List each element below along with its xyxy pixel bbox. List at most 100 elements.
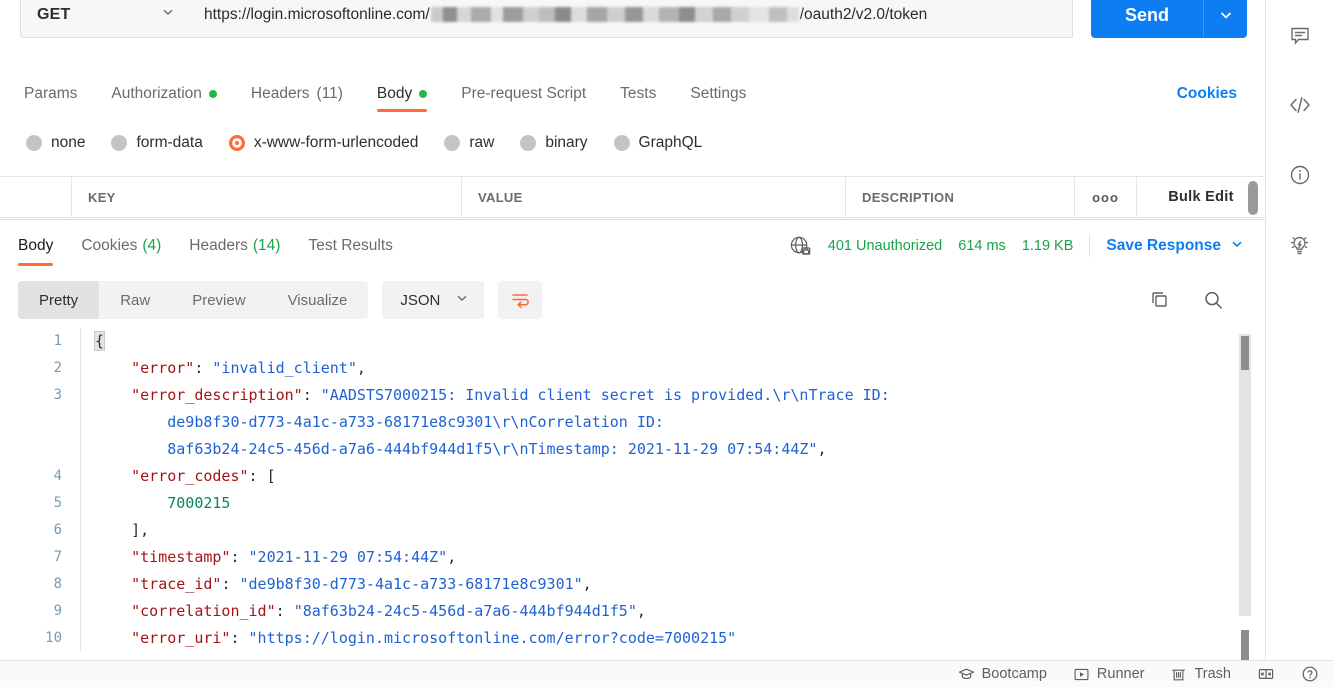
save-response-button[interactable]: Save Response [1106, 236, 1245, 257]
response-scrollbar-track [1239, 334, 1251, 616]
code-line-content: de9b8f30-d773-4a1c-a733-68171e8c9301\r\n… [80, 409, 1265, 436]
body-type-raw[interactable]: raw [444, 134, 494, 152]
code-line: 3 "error_description": "AADSTS7000215: I… [0, 382, 1265, 409]
divider [1089, 235, 1091, 257]
response-horizontal-scrollbar-thumb[interactable] [1241, 630, 1249, 660]
trash-button[interactable]: Trash [1170, 666, 1231, 683]
tab-pre-request-script-label: Pre-request Script [461, 85, 587, 102]
viewer-mode-raw[interactable]: Raw [99, 281, 171, 319]
line-number: 2 [53, 360, 62, 376]
line-number: 6 [53, 522, 62, 538]
line-number: 5 [53, 495, 62, 511]
word-wrap-toggle[interactable] [498, 281, 543, 319]
comment-icon[interactable] [1266, 0, 1333, 70]
line-number: 4 [53, 468, 62, 484]
viewer-mode-pretty[interactable]: Pretty [18, 281, 100, 319]
response-body-viewer[interactable]: 1{2 "error": "invalid_client", 3 "error_d… [0, 328, 1265, 661]
cookies-link[interactable]: Cookies [1177, 68, 1237, 120]
response-tab-test-results-label: Test Results [308, 237, 393, 254]
more-options-icon[interactable]: ooo [1075, 177, 1137, 217]
code-line-content: "timestamp": "2021-11-29 07:54:44Z", [80, 544, 1265, 571]
redacted-tenant-id [430, 7, 799, 22]
http-method-label: GET [37, 5, 71, 23]
body-type-none[interactable]: none [26, 134, 85, 152]
viewer-mode-visualize[interactable]: Visualize [267, 281, 369, 319]
viewer-mode-preview[interactable]: Preview [171, 281, 266, 319]
response-tab-cookies[interactable]: Cookies (4) [81, 220, 161, 272]
response-tab-cookies-count: (4) [142, 237, 162, 254]
bootcamp-button[interactable]: Bootcamp [958, 666, 1047, 683]
column-header-value: VALUE [462, 177, 846, 217]
chevron-down-icon [454, 290, 470, 310]
url-input[interactable]: https://login.microsoftonline.com/ /oauth… [190, 0, 1073, 38]
code-line: 7 "timestamp": "2021-11-29 07:54:44Z", [0, 544, 1265, 571]
line-number: 9 [53, 603, 62, 619]
code-icon[interactable] [1266, 70, 1333, 140]
radio-icon [520, 135, 537, 151]
response-tab-headers[interactable]: Headers (14) [189, 220, 280, 272]
url-row: GET https://login.microsoftonline.com/ /o… [0, 0, 1265, 58]
play-box-icon [1073, 666, 1090, 683]
send-button[interactable]: Send [1091, 0, 1203, 38]
send-button-group: Send [1091, 0, 1247, 38]
select-all-checkbox-cell[interactable] [0, 177, 72, 217]
response-meta: 401 Unauthorized 614 ms 1.19 KB Save Res… [789, 220, 1245, 272]
tab-settings-label: Settings [690, 85, 747, 102]
tab-params-label: Params [24, 85, 78, 102]
code-line-content: ], [80, 517, 1265, 544]
globe-lock-icon[interactable] [789, 235, 812, 258]
http-method-selector[interactable]: GET [20, 0, 190, 38]
code-line-content: "error_codes": [ [80, 463, 1265, 490]
params-scrollbar-thumb[interactable] [1248, 181, 1258, 215]
tab-settings[interactable]: Settings [690, 68, 746, 120]
url-text: https://login.microsoftonline.com/ /oauth… [204, 6, 927, 24]
tab-pre-request-script[interactable]: Pre-request Script [461, 68, 586, 120]
tab-headers[interactable]: Headers (11) [251, 68, 343, 120]
search-icon[interactable] [1202, 289, 1225, 312]
radio-icon [613, 135, 630, 151]
layout-panel-button[interactable] [1257, 665, 1275, 683]
code-line: de9b8f30-d773-4a1c-a733-68171e8c9301\r\n… [0, 409, 1265, 436]
response-tab-body[interactable]: Body [18, 220, 54, 272]
tab-params[interactable]: Params [24, 68, 77, 120]
send-options-chevron-down-icon[interactable] [1203, 0, 1247, 38]
body-type-form-data[interactable]: form-data [111, 134, 203, 152]
response-format-selector[interactable]: JSON [382, 281, 485, 319]
lightbulb-icon[interactable] [1266, 210, 1333, 280]
response-scrollbar-thumb[interactable] [1241, 336, 1249, 370]
tab-body[interactable]: Body [376, 68, 428, 120]
code-line-content: "correlation_id": "8af63b24-24c5-456d-a7… [80, 598, 1265, 625]
line-number: 10 [45, 630, 62, 646]
response-tab-test-results[interactable]: Test Results [308, 220, 392, 272]
save-response-label: Save Response [1106, 237, 1221, 254]
graduation-cap-icon [958, 666, 975, 683]
code-line: 10 "error_uri": "https://login.microsoft… [0, 625, 1265, 652]
response-format-label: JSON [400, 291, 441, 309]
bottom-status-bar: Bootcamp Runner Trash [0, 660, 1333, 687]
code-line-content: "error": "invalid_client", [80, 355, 1265, 382]
info-circle-icon[interactable] [1266, 140, 1333, 210]
tab-tests[interactable]: Tests [620, 68, 656, 120]
radio-icon [444, 135, 461, 151]
response-size: 1.19 KB [1021, 238, 1074, 254]
body-type-radio-group: none form-data x-www-form-urlencoded raw… [0, 122, 1265, 164]
code-line-content: 7000215 [80, 490, 1265, 517]
code-line-content: 8af63b24-24c5-456d-a7a6-444bf944d1f5\r\n… [80, 436, 1265, 463]
body-type-none-label: none [51, 134, 86, 151]
body-type-binary[interactable]: binary [520, 134, 588, 152]
bulk-edit-button[interactable]: Bulk Edit [1137, 177, 1265, 217]
right-icon-rail [1265, 0, 1333, 660]
runner-button[interactable]: Runner [1073, 666, 1144, 683]
postman-window: GET https://login.microsoftonline.com/ /o… [0, 0, 1333, 687]
copy-icon[interactable] [1148, 289, 1170, 311]
chevron-down-icon [160, 4, 176, 25]
tab-authorization[interactable]: Authorization [111, 68, 217, 120]
code-line: 8 "trace_id": "de9b8f30-d773-4a1c-a733-6… [0, 571, 1265, 598]
body-type-graphql[interactable]: GraphQL [613, 134, 702, 152]
response-time: 614 ms [958, 238, 1006, 254]
help-button[interactable] [1301, 665, 1319, 683]
url-prefix: https://login.microsoftonline.com/ [204, 5, 430, 23]
layout-panel-icon [1257, 665, 1275, 683]
body-type-x-www-form-urlencoded[interactable]: x-www-form-urlencoded [228, 134, 418, 152]
response-tab-headers-count: (14) [252, 237, 281, 254]
